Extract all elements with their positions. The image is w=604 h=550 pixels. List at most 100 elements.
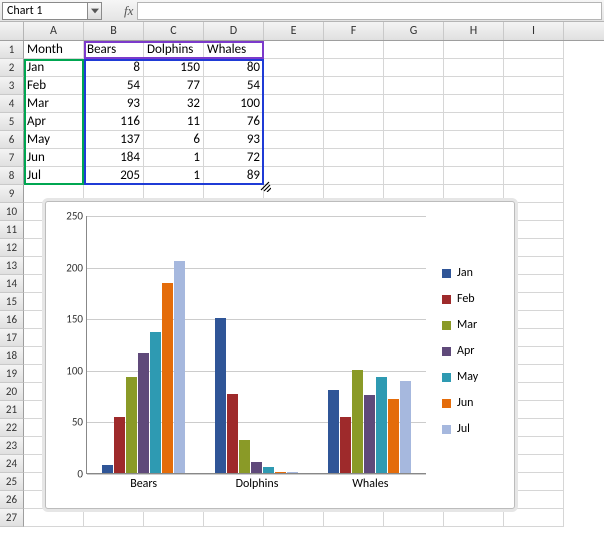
cell[interactable] <box>504 509 564 527</box>
chart-bar[interactable] <box>364 395 375 473</box>
cell[interactable]: 93 <box>84 95 144 113</box>
cell[interactable] <box>504 167 564 185</box>
column-header[interactable]: I <box>504 22 564 40</box>
row-header[interactable]: 25 <box>0 473 24 491</box>
cell[interactable] <box>384 113 444 131</box>
row-header[interactable]: 20 <box>0 383 24 401</box>
cell[interactable] <box>384 59 444 77</box>
chart-bar[interactable] <box>388 399 399 473</box>
cell[interactable] <box>384 131 444 149</box>
column-header[interactable]: C <box>144 22 204 40</box>
column-header[interactable]: E <box>264 22 324 40</box>
cell[interactable] <box>144 509 204 527</box>
row-header[interactable]: 5 <box>0 113 24 131</box>
cell[interactable]: 77 <box>144 77 204 95</box>
row-header[interactable]: 22 <box>0 419 24 437</box>
cell[interactable] <box>384 41 444 59</box>
row-header[interactable]: 8 <box>0 167 24 185</box>
cell[interactable]: 1 <box>144 149 204 167</box>
name-box[interactable]: Chart 1 <box>2 2 88 20</box>
cell[interactable]: Mar <box>24 95 84 113</box>
chart-bar[interactable] <box>263 467 274 473</box>
cell[interactable] <box>324 149 384 167</box>
cell[interactable] <box>24 509 84 527</box>
cell[interactable]: 8 <box>84 59 144 77</box>
row-header[interactable]: 26 <box>0 491 24 509</box>
chart-bar[interactable] <box>174 261 185 473</box>
chart-bar[interactable] <box>400 381 411 473</box>
row-header[interactable]: 23 <box>0 437 24 455</box>
row-header[interactable]: 1 <box>0 41 24 59</box>
cell[interactable]: 54 <box>204 77 264 95</box>
legend-item[interactable]: May <box>442 364 504 390</box>
data-resize-handle[interactable] <box>257 178 271 192</box>
cell[interactable] <box>324 59 384 77</box>
column-header[interactable]: A <box>24 22 84 40</box>
row-header[interactable]: 3 <box>0 77 24 95</box>
cell[interactable] <box>444 95 504 113</box>
cell[interactable] <box>384 95 444 113</box>
cell[interactable] <box>264 95 324 113</box>
name-box-dropdown[interactable] <box>88 2 102 20</box>
row-header[interactable]: 6 <box>0 131 24 149</box>
row-header[interactable]: 19 <box>0 365 24 383</box>
column-header[interactable]: D <box>204 22 264 40</box>
legend-item[interactable]: Jun <box>442 390 504 416</box>
row-header[interactable]: 17 <box>0 329 24 347</box>
cell[interactable]: 89 <box>204 167 264 185</box>
cell[interactable]: 54 <box>84 77 144 95</box>
chart-bar[interactable] <box>102 465 113 473</box>
cell[interactable] <box>264 167 324 185</box>
chart-bar[interactable] <box>340 417 351 473</box>
cell[interactable]: Month <box>24 41 84 59</box>
chart-bar[interactable] <box>376 377 387 473</box>
cell[interactable] <box>444 113 504 131</box>
spreadsheet-grid[interactable]: ABCDEFGHI 1MonthBearsDolphinsWhales2Jan8… <box>0 22 604 550</box>
row-header[interactable]: 24 <box>0 455 24 473</box>
formula-bar[interactable] <box>137 2 602 20</box>
row-header[interactable]: 21 <box>0 401 24 419</box>
cell[interactable]: Feb <box>24 77 84 95</box>
row-header[interactable]: 15 <box>0 293 24 311</box>
chart-bar[interactable] <box>239 440 250 473</box>
cell[interactable] <box>444 149 504 167</box>
cell[interactable]: 137 <box>84 131 144 149</box>
cell[interactable]: 93 <box>204 131 264 149</box>
cell[interactable]: 184 <box>84 149 144 167</box>
cell[interactable]: Dolphins <box>144 41 204 59</box>
chart-bar[interactable] <box>162 283 173 473</box>
cell[interactable] <box>264 59 324 77</box>
cell[interactable]: 76 <box>204 113 264 131</box>
chart-bar[interactable] <box>215 318 226 473</box>
cell[interactable] <box>324 113 384 131</box>
row-header[interactable]: 7 <box>0 149 24 167</box>
cell[interactable] <box>324 131 384 149</box>
chart-bar[interactable] <box>150 332 161 473</box>
column-header[interactable]: H <box>444 22 504 40</box>
cell[interactable] <box>504 77 564 95</box>
row-header[interactable]: 13 <box>0 257 24 275</box>
cell[interactable]: 11 <box>144 113 204 131</box>
row-header[interactable]: 27 <box>0 509 24 527</box>
cell[interactable] <box>324 509 384 527</box>
cell[interactable]: 80 <box>204 59 264 77</box>
cell[interactable]: Jun <box>24 149 84 167</box>
cell[interactable] <box>504 149 564 167</box>
embedded-chart[interactable]: 050100150200250BearsDolphinsWhales JanFe… <box>45 201 515 509</box>
cell[interactable] <box>504 131 564 149</box>
legend-item[interactable]: Apr <box>442 338 504 364</box>
legend-item[interactable]: Jul <box>442 416 504 442</box>
cell[interactable] <box>324 95 384 113</box>
cell[interactable] <box>384 509 444 527</box>
cell[interactable]: 32 <box>144 95 204 113</box>
cell[interactable] <box>264 113 324 131</box>
legend-item[interactable]: Jan <box>442 260 504 286</box>
cell[interactable] <box>324 41 384 59</box>
cell[interactable]: Bears <box>84 41 144 59</box>
cell[interactable]: 116 <box>84 113 144 131</box>
column-header[interactable]: F <box>324 22 384 40</box>
chart-bar[interactable] <box>251 462 262 473</box>
cell[interactable] <box>444 167 504 185</box>
cell[interactable] <box>264 149 324 167</box>
legend-item[interactable]: Feb <box>442 286 504 312</box>
